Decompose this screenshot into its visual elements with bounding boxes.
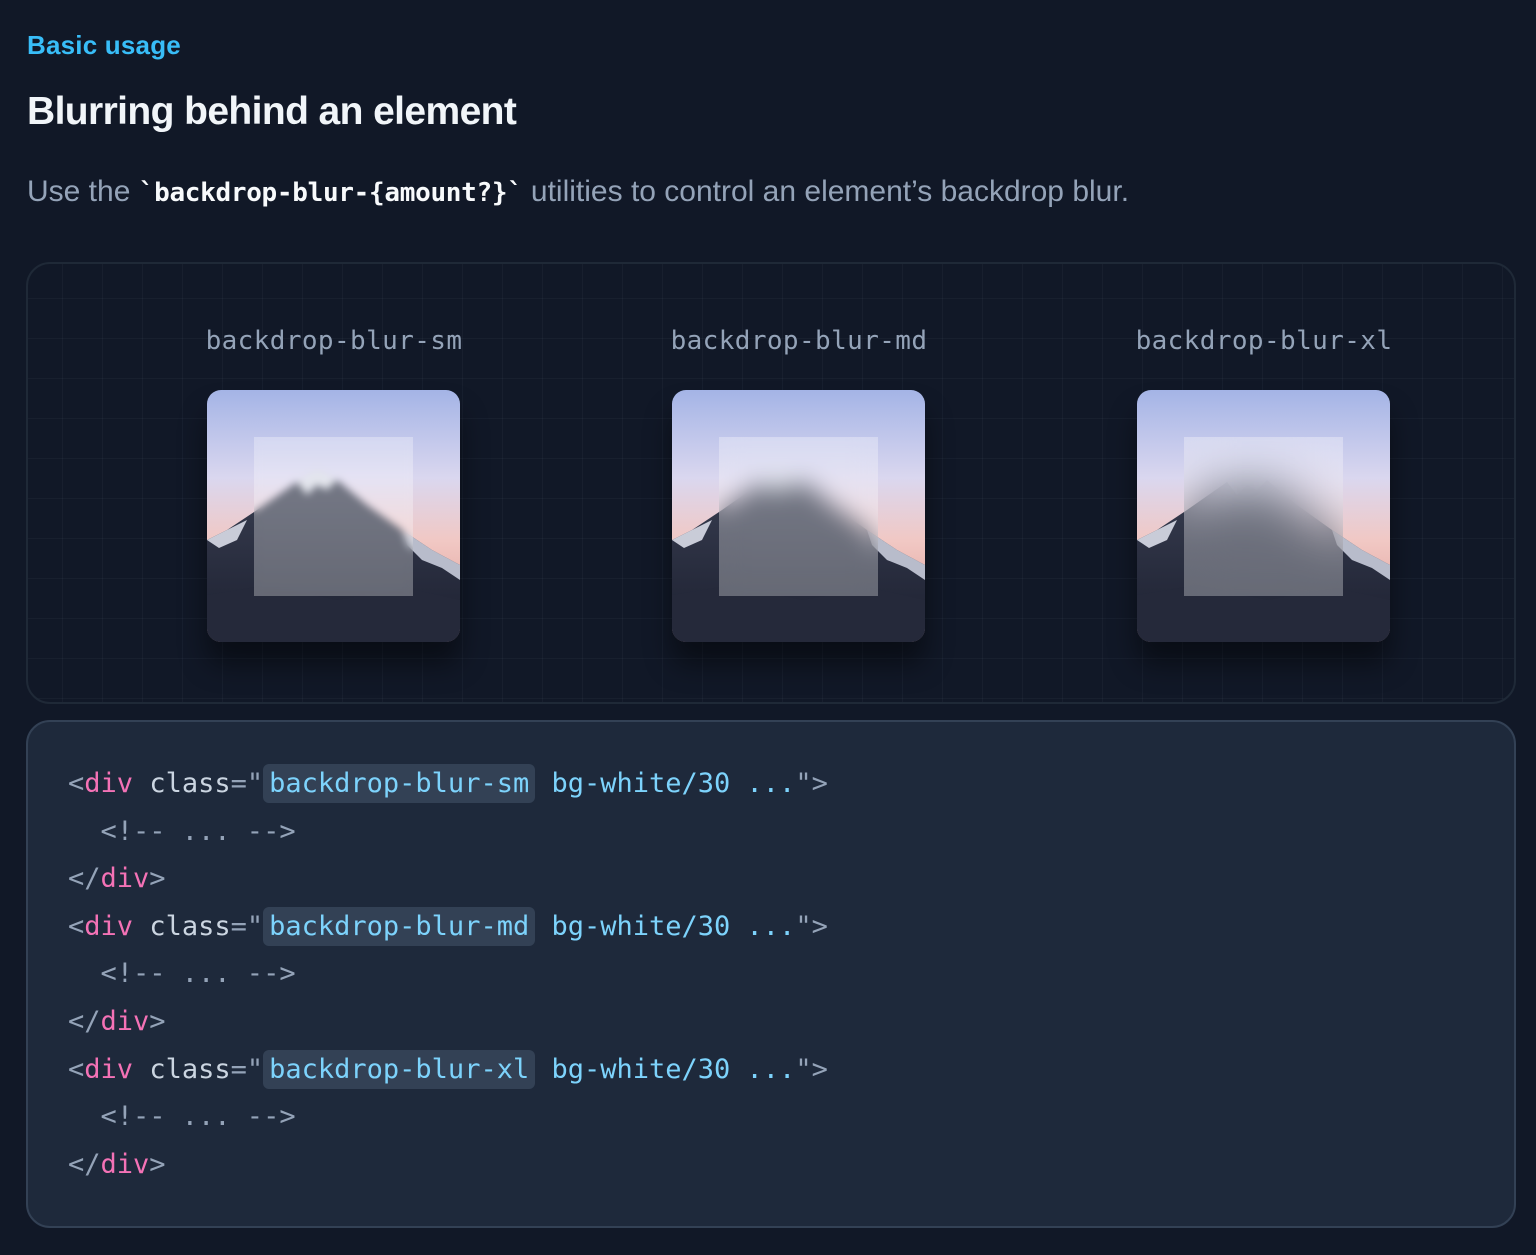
code-punct: </ [68,1005,101,1037]
code-punct: " [246,768,264,799]
code-line: </div> [68,998,1514,1046]
code-punct: > [811,768,828,799]
inline-code: `backdrop-blur-{amount?}` [138,178,523,208]
demo-item-sm: backdrop-blur-sm [154,264,514,702]
code-line: </div> [68,855,1514,903]
description-suffix: utilities to control an element’s backdr… [522,175,1130,208]
code-punct: </ [68,863,101,895]
description-prefix: Use the [27,175,139,208]
mountain-photo [207,390,460,642]
mountain-photo [672,390,925,642]
code-punct: = [230,1053,247,1085]
code-punct: " [246,910,264,942]
code-attr: class [149,1053,231,1085]
code-punct: </ [68,1148,101,1180]
code-string: bg-white/30 ... [535,1053,796,1085]
code-tag: div [84,1053,134,1085]
code-line: <div class=" backdrop-blur-xl bg-white/30… [68,1046,1514,1094]
code-punct: > [149,863,166,895]
code-punct: = [230,768,247,799]
demo-item-xl: backdrop-blur-xl [1084,264,1444,702]
code-punct: " [795,768,812,799]
code-string: bg-white/30 ... [535,910,796,942]
code-punct: " [795,1053,812,1085]
code-punct: < [68,768,85,799]
code-line: <!-- ... --> [68,950,1514,998]
blur-overlay [719,437,878,596]
code-punct: > [811,1053,828,1085]
code-punct: > [149,1148,166,1180]
code-line: </div> [68,1141,1514,1189]
code-punct: > [811,910,828,942]
code-highlight: backdrop-blur-sm [263,764,536,803]
code-punct: " [246,1053,264,1085]
mountain-photo [1137,390,1390,642]
section-eyebrow: Basic usage [27,30,181,60]
code-comment: <!-- ... --> [68,815,296,847]
code-comment: <!-- ... --> [68,958,296,990]
blur-overlay [1184,437,1343,596]
code-tag: div [84,768,134,799]
code-line: <div class=" backdrop-blur-sm bg-white/30… [68,760,1514,808]
code-punct: < [68,1053,85,1085]
code-tag: div [100,1005,150,1037]
code-line: <div class=" backdrop-blur-md bg-white/30… [68,903,1514,951]
blur-overlay [254,437,413,596]
code-punct: = [230,910,247,942]
section-description: Use the `backdrop-blur-{amount?}` utilit… [27,175,1129,209]
demo-item-label: backdrop-blur-sm [205,326,463,356]
code-punct: < [68,910,85,942]
code-punct: " [795,910,812,942]
code-tag: div [100,863,150,895]
demo-panel: backdrop-blur-sm backdrop-blur-md backdr… [26,262,1516,704]
code-punct: > [149,1005,166,1037]
docs-page: Basic usage Blurring behind an element U… [0,0,1536,1255]
demo-item-label: backdrop-blur-md [670,326,928,356]
code-block[interactable]: <div class=" backdrop-blur-sm bg-white/30… [26,720,1516,1228]
code-line: <!-- ... --> [68,808,1514,856]
code-attr: class [149,768,231,799]
code-string: bg-white/30 ... [535,768,796,799]
code-highlight: backdrop-blur-md [263,906,536,946]
demo-item-label: backdrop-blur-xl [1135,326,1393,356]
demo-item-md: backdrop-blur-md [619,264,979,702]
section-title: Blurring behind an element [27,90,517,133]
code-comment: <!-- ... --> [68,1101,296,1133]
code-line: <!-- ... --> [68,1093,1514,1141]
code-attr: class [149,910,231,942]
code-tag: div [100,1148,150,1180]
code-tag: div [84,910,134,942]
code-highlight: backdrop-blur-xl [263,1049,536,1089]
